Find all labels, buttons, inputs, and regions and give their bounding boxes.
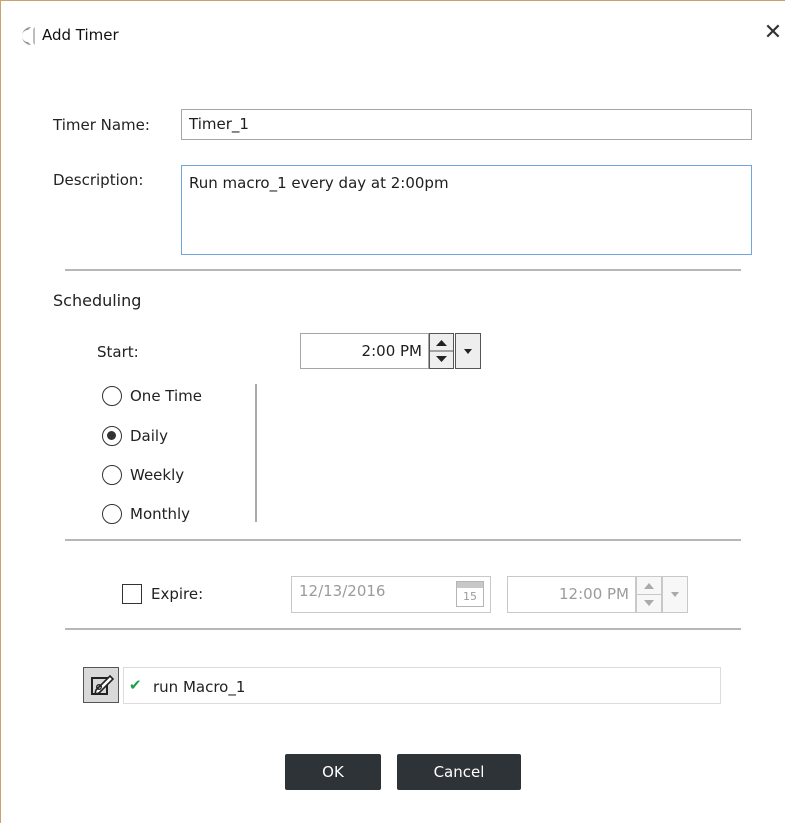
description-label: Description: <box>53 171 144 189</box>
action-text: run Macro_1 <box>153 678 246 696</box>
window-title: Add Timer <box>42 26 119 44</box>
expire-checkbox[interactable] <box>122 584 142 604</box>
separator-1 <box>65 269 741 271</box>
expire-time-spinner[interactable] <box>636 576 662 613</box>
scheduling-heading: Scheduling <box>53 291 142 310</box>
close-button[interactable]: ✕ <box>761 19 785 47</box>
radio-circle-icon <box>102 504 122 524</box>
radio-weekly[interactable] <box>102 465 122 485</box>
cancel-button[interactable]: Cancel <box>397 754 521 790</box>
separator-2 <box>65 539 741 541</box>
spinner-arrows-icon <box>430 340 453 362</box>
check-icon: ✔ <box>129 676 142 694</box>
radio-monthly[interactable] <box>102 504 122 524</box>
radio-circle-icon <box>102 465 122 485</box>
spinner-arrows-icon <box>637 583 661 606</box>
start-label: Start: <box>97 343 139 361</box>
start-time-dropdown[interactable] <box>455 333 481 369</box>
separator-3 <box>65 628 741 630</box>
start-time-spinner[interactable] <box>429 333 454 369</box>
calendar-icon[interactable]: 15 <box>456 581 484 607</box>
app-logo-icon <box>22 27 35 45</box>
expire-time-field[interactable]: 12:00 PM <box>507 576 636 613</box>
timer-name-label: Timer Name: <box>53 116 150 134</box>
add-timer-dialog: Add Timer ✕ Timer Name: Timer_1 Descript… <box>0 0 785 823</box>
radio-monthly-label: Monthly <box>130 505 191 523</box>
expire-label: Expire: <box>151 585 204 603</box>
vertical-separator <box>255 384 257 522</box>
chevron-down-icon <box>671 592 679 597</box>
timer-name-field[interactable]: Timer_1 <box>181 109 752 140</box>
radio-one-time-label: One Time <box>130 387 203 405</box>
calendar-day: 15 <box>463 590 477 603</box>
radio-daily-label: Daily <box>130 427 168 445</box>
start-time-field[interactable]: 2:00 PM <box>300 333 429 369</box>
radio-daily[interactable] <box>102 426 122 446</box>
radio-circle-icon <box>102 386 122 406</box>
chevron-down-icon <box>464 349 472 354</box>
edit-action-button[interactable] <box>83 667 119 703</box>
radio-one-time[interactable] <box>102 386 122 406</box>
radio-circle-icon <box>102 426 122 446</box>
ok-button[interactable]: OK <box>285 754 381 790</box>
radio-weekly-label: Weekly <box>130 466 185 484</box>
description-field[interactable]: Run macro_1 every day at 2:00pm <box>181 165 752 255</box>
radio-selected-dot-icon <box>107 431 116 440</box>
edit-macro-icon <box>91 674 115 696</box>
expire-time-dropdown[interactable] <box>662 576 688 613</box>
